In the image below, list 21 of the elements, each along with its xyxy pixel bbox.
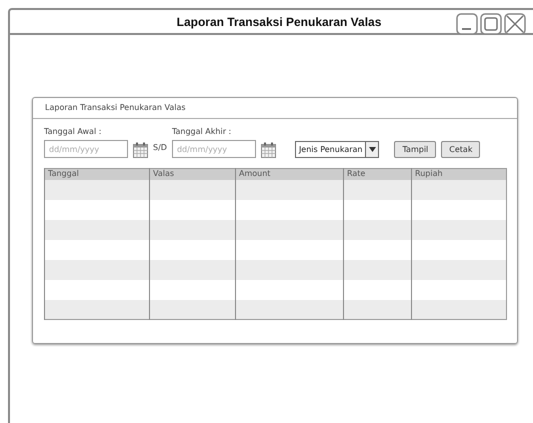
panel-title: Laporan Transaksi Penukaran Valas: [45, 103, 186, 112]
column-header: Tanggal: [44, 168, 150, 180]
minimize-icon[interactable]: [456, 13, 478, 35]
field-label: Tanggal Akhir :: [172, 127, 232, 136]
date-field[interactable]: dd/mm/yyyy: [44, 140, 128, 158]
calendar-icon[interactable]: [260, 142, 276, 158]
column-header: Amount: [236, 168, 344, 180]
window-title: Laporan Transaksi Penukaran Valas: [176, 14, 382, 30]
close-icon[interactable]: [504, 13, 526, 35]
column-header: Rupiah: [412, 168, 506, 180]
maximize-icon[interactable]: [480, 13, 502, 35]
type-dropdown[interactable]: Jenis Penukaran: [294, 141, 380, 158]
field-label: Tanggal Awal :: [44, 127, 102, 136]
column-header: Valas: [150, 168, 236, 180]
separator-label: S/D: [153, 142, 167, 154]
action-button[interactable]: Cetak: [441, 141, 480, 158]
column-header: Rate: [344, 168, 412, 180]
caret-icon: [365, 142, 378, 157]
calendar-icon[interactable]: [133, 142, 148, 158]
date-field[interactable]: dd/mm/yyyy: [172, 140, 256, 158]
action-button[interactable]: Tampil: [394, 141, 436, 158]
